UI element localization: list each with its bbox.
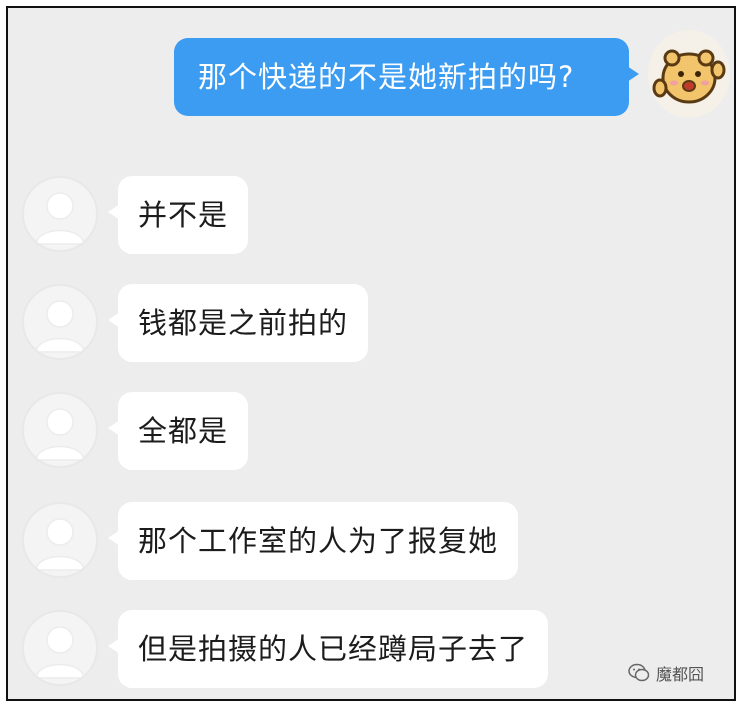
default-person-icon [35, 300, 85, 353]
incoming-message-text: 但是拍摄的人已经蹲局子去了 [138, 632, 529, 666]
incoming-message-row: 但是拍摄的人已经蹲局子去了 [8, 610, 734, 690]
cartoon-bear-icon [652, 49, 726, 104]
incoming-message-row: 钱都是之前拍的 [8, 284, 734, 364]
incoming-message-bubble[interactable]: 但是拍摄的人已经蹲局子去了 [107, 610, 549, 688]
default-person-icon [35, 518, 85, 571]
incoming-message-text: 并不是 [138, 198, 229, 232]
outgoing-message-bubble[interactable]: 那个快递的不是她新拍的吗? [174, 38, 639, 116]
incoming-message-text: 全都是 [138, 414, 229, 448]
default-person-icon [35, 192, 85, 245]
watermark-text: 魔都囧 [655, 665, 704, 684]
incoming-message-row: 那个工作室的人为了报复她 [8, 502, 734, 582]
contact-avatar[interactable] [22, 284, 98, 360]
contact-avatar[interactable] [22, 610, 98, 686]
incoming-message-bubble[interactable]: 全都是 [107, 392, 249, 470]
incoming-message-bubble[interactable]: 那个工作室的人为了报复她 [107, 502, 519, 580]
wechat-icon [628, 663, 650, 682]
default-person-icon [35, 408, 85, 461]
contact-avatar[interactable] [22, 392, 98, 468]
incoming-message-bubble[interactable]: 并不是 [107, 176, 249, 254]
default-person-icon [35, 626, 85, 679]
outgoing-message-text: 那个快递的不是她新拍的吗? [198, 60, 575, 94]
incoming-message-row: 全都是 [8, 392, 734, 472]
contact-avatar[interactable] [22, 502, 98, 578]
watermark: 魔都囧 [628, 661, 704, 685]
chat-screenshot: 那个快递的不是她新拍的吗? 并不是 钱都是之前拍的 全都是 那个工作室的人为了报… [6, 6, 736, 701]
incoming-message-bubble[interactable]: 钱都是之前拍的 [107, 284, 369, 362]
self-avatar[interactable] [648, 30, 730, 118]
incoming-message-row: 并不是 [8, 176, 734, 256]
incoming-message-text: 钱都是之前拍的 [138, 306, 349, 340]
contact-avatar[interactable] [22, 176, 98, 252]
incoming-message-text: 那个工作室的人为了报复她 [138, 524, 499, 558]
